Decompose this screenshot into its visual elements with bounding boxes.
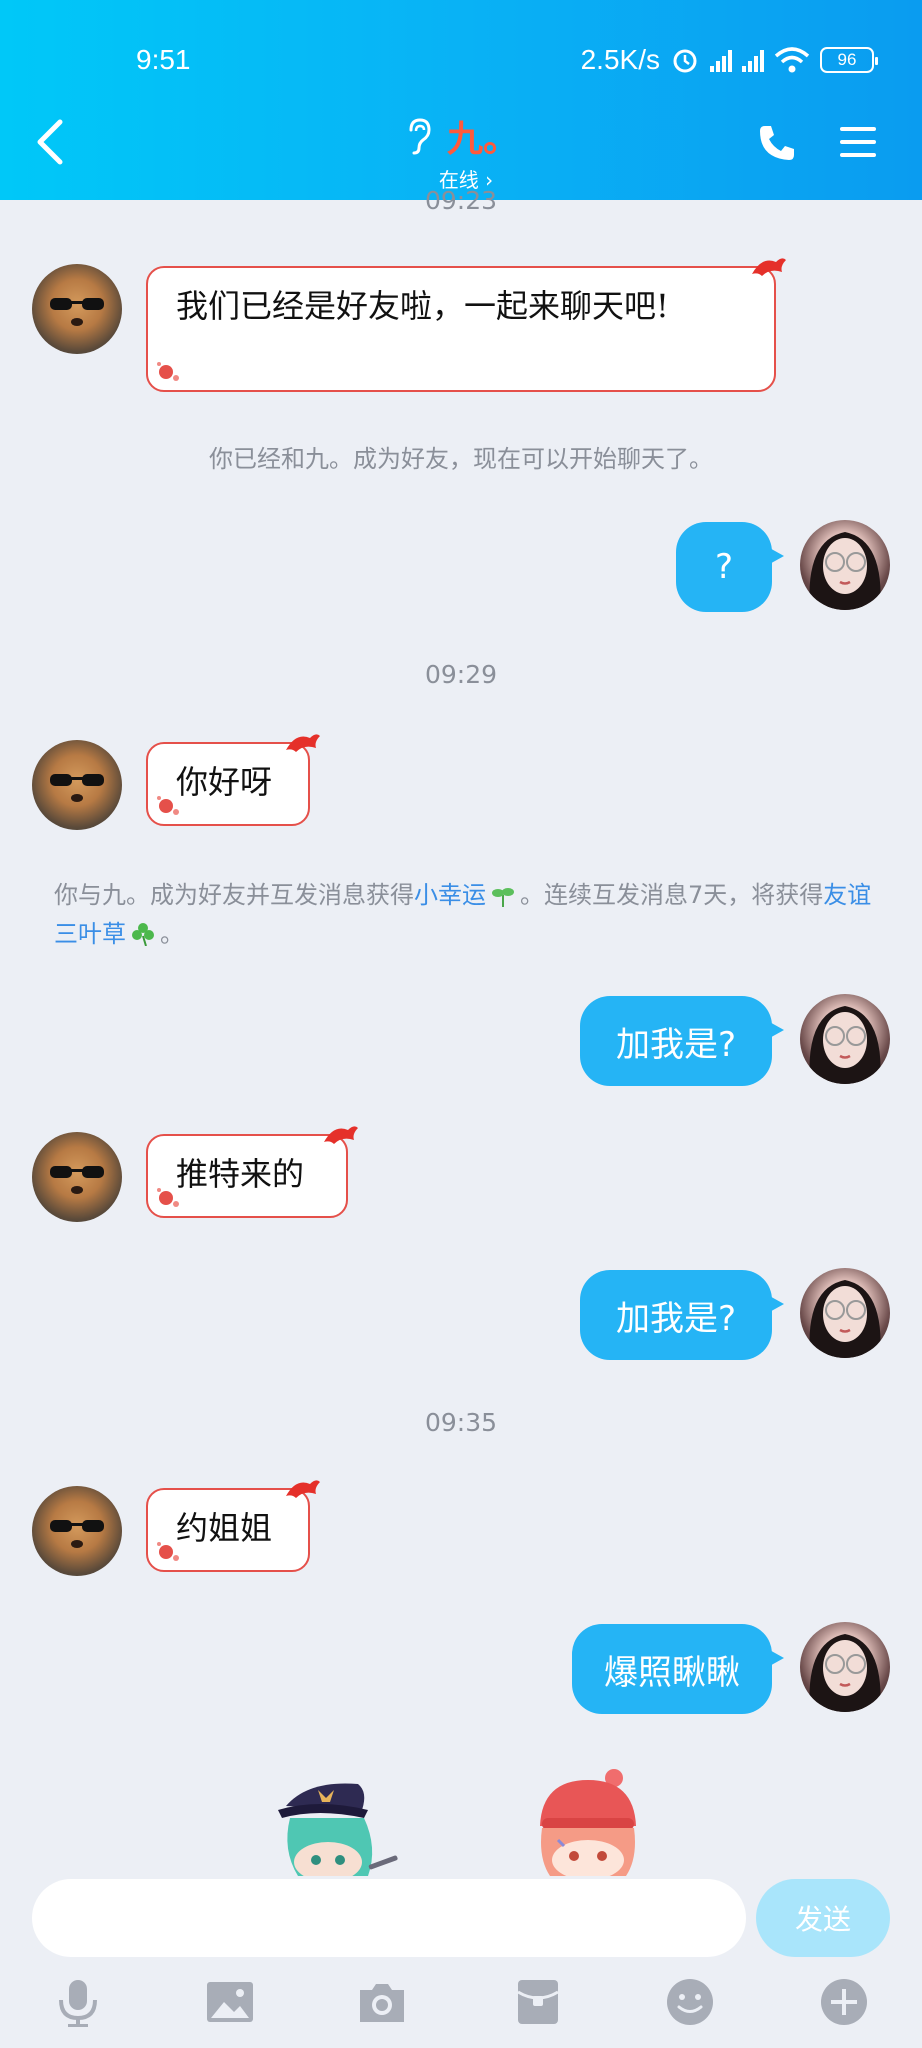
plus-icon[interactable]: [818, 1976, 870, 2028]
message-list[interactable]: 09:23 我们已经是好友啦，一起来聊天吧! 你已经和九。成为好友，现在可以开始…: [0, 186, 922, 1876]
system-notice: 你已经和九。成为好友，现在可以开始聊天了。: [209, 445, 713, 473]
message-text: 爆照瞅瞅: [604, 1652, 740, 1693]
status-time: 9:51: [136, 44, 191, 75]
message-text: 推特来的: [176, 1155, 305, 1193]
contact-avatar[interactable]: [32, 1486, 122, 1576]
sticker-character-cap: [278, 1783, 398, 1876]
message-bubble-sent[interactable]: 加我是?: [580, 996, 784, 1086]
sprout-icon: [492, 888, 514, 907]
wifi-icon: [774, 47, 810, 73]
contact-avatar[interactable]: [32, 264, 122, 354]
contact-name: 九。: [446, 118, 519, 159]
send-button[interactable]: 发送: [756, 1879, 890, 1957]
friendship-notice: 你与九。成为好友并互发消息获得小幸运 。连续互发消息7天，将获得友谊三叶草。: [54, 876, 874, 954]
notice-text: 你与九。成为好友并互发消息获得: [54, 881, 414, 909]
clover-icon: [132, 923, 154, 947]
notice-text: 。连续互发消息7天，将获得: [520, 881, 824, 909]
message-text: 加我是?: [615, 1298, 737, 1339]
timestamp: 09:35: [424, 1408, 498, 1437]
ear-icon: [409, 118, 431, 155]
message-text: 你好呀: [176, 763, 273, 801]
contact-avatar[interactable]: [32, 1132, 122, 1222]
message-bubble-received[interactable]: 推特来的: [146, 1126, 358, 1218]
timestamp: 09:23: [424, 186, 498, 215]
input-bar: 发送: [0, 1876, 922, 2048]
sparkle-decoration: [157, 362, 179, 381]
emoji-icon[interactable]: [664, 1976, 716, 2028]
my-avatar[interactable]: [800, 1268, 890, 1358]
flame-decoration: [286, 1480, 320, 1498]
status-right: 2.5K/s 96: [580, 44, 878, 76]
contact-avatar[interactable]: [32, 740, 122, 830]
mic-icon[interactable]: [52, 1976, 104, 2028]
message-bubble-sent[interactable]: ?: [676, 522, 784, 612]
signal-icon-1: [710, 48, 732, 72]
notice-text: 。: [160, 920, 184, 948]
chat-header: 9:51 2.5K/s 96 九。 在线 ›: [0, 0, 922, 200]
message-text: 约姐姐: [176, 1509, 273, 1547]
lucky-link[interactable]: 小幸运: [414, 881, 486, 909]
message-bubble-sent[interactable]: 爆照瞅瞅: [572, 1624, 784, 1714]
image-icon[interactable]: [204, 1976, 256, 2028]
net-speed: 2.5K/s: [580, 44, 660, 75]
red-packet-icon[interactable]: [512, 1976, 564, 2028]
camera-icon[interactable]: [356, 1976, 408, 2028]
message-text: 加我是?: [615, 1024, 737, 1065]
message-input[interactable]: [32, 1879, 746, 1957]
my-avatar[interactable]: [800, 1622, 890, 1712]
sparkle-decoration: [157, 1542, 179, 1561]
menu-icon[interactable]: [838, 122, 878, 162]
message-bubble-received[interactable]: 我们已经是好友啦，一起来聊天吧!: [146, 258, 786, 392]
phone-icon[interactable]: [756, 122, 798, 164]
message-text: ?: [714, 547, 734, 587]
my-avatar[interactable]: [800, 520, 890, 610]
message-bubble-sent[interactable]: 加我是?: [580, 1270, 784, 1360]
sparkle-decoration: [157, 1188, 179, 1207]
alarm-icon: [673, 49, 697, 73]
flame-decoration: [324, 1126, 358, 1144]
message-bubble-received[interactable]: 你好呀: [146, 734, 320, 826]
message-text: 我们已经是好友啦，一起来聊天吧!: [176, 287, 669, 325]
sticker-character-beanie: [540, 1769, 636, 1876]
flame-decoration: [286, 734, 320, 752]
my-avatar[interactable]: [800, 994, 890, 1084]
sparkle-decoration: [157, 796, 179, 815]
signal-icon-2: [742, 48, 764, 72]
message-bubble-received[interactable]: 约姐姐: [146, 1480, 320, 1572]
flame-decoration: [752, 258, 786, 276]
timestamp: 09:29: [424, 660, 498, 689]
battery-icon: 96: [820, 47, 878, 73]
